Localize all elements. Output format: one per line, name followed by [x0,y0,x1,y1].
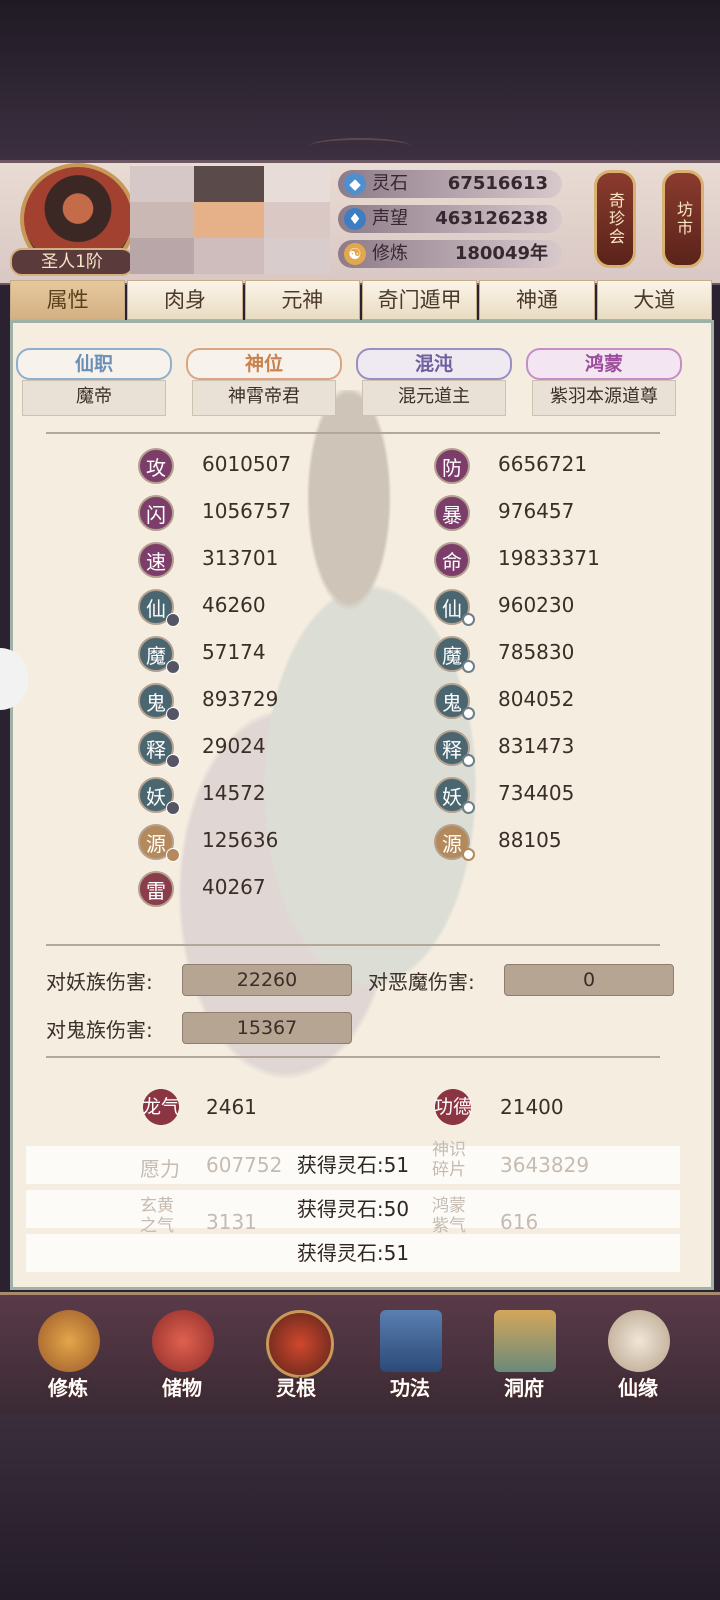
attack-marker-icon [166,613,180,627]
rank-immortal-post: 仙职 魔帝 [16,348,172,416]
resource-cultivation: ☯ 修炼 180049年 [338,240,562,268]
tab-abilities[interactable]: 神通 [479,280,595,320]
damage-demon-race-value: 22260 [182,964,352,996]
attack-marker-icon [166,707,180,721]
damage-demon-race-label: 对妖族伤害: [46,970,153,994]
player-rank-badge[interactable]: 圣人1阶 [10,248,134,276]
nav-storage[interactable]: 储物 [132,1300,232,1412]
spirit-shard-value: 3643829 [500,1153,590,1177]
damage-ghost-race-label: 对鬼族伤害: [46,1018,153,1042]
spirit-root-icon [266,1310,334,1378]
thunder-icon: 雷 [138,871,174,907]
reward-toast: 获得灵石:50 [26,1190,680,1228]
top-status-area [0,0,720,160]
wish-power-value: 607752 [206,1153,283,1177]
spirit-stone-icon: ◆ [344,173,366,195]
reward-toast: 获得灵石:51 [26,1234,680,1272]
damage-ghost-race-value: 15367 [182,1012,352,1044]
storage-bag-icon [152,1310,214,1372]
resource-spirit-stone: ◆ 灵石 67516613 [338,170,562,198]
attack-marker-icon [166,754,180,768]
attack-icon: 攻 [138,448,174,484]
defense-marker-icon [462,660,475,673]
divider [46,1056,660,1058]
rank-chaos: 混沌 混元道主 [356,348,512,416]
spirit-shard-icon: 神识碎片 [432,1140,466,1180]
xuanhuang-qi-icon: 玄黄之气 [140,1196,174,1236]
player-name-blurred [130,166,330,274]
treasure-auction-button[interactable]: 奇珍会 [594,170,636,268]
meditation-icon: ☯ [344,243,366,265]
attack-marker-icon [166,801,180,815]
defense-marker-icon [462,848,475,861]
nav-cultivate[interactable]: 修炼 [18,1300,118,1412]
nav-cave-mansion[interactable]: 洞府 [474,1300,574,1412]
hongmeng-qi-value: 616 [500,1210,539,1234]
critical-icon: 暴 [434,495,470,531]
wish-power-icon: 愿力 [140,1157,180,1181]
divider [46,944,660,946]
tab-spirit[interactable]: 元神 [244,280,360,320]
cave-mansion-icon [494,1310,556,1372]
dragon-qi-icon: 龙气 [140,1086,182,1128]
speed-icon: 速 [138,542,174,578]
attack-marker-icon [166,660,180,674]
tab-attributes[interactable]: 属性 [10,280,126,320]
bottom-background [0,1414,720,1600]
market-button[interactable]: 坊市 [662,170,704,268]
defense-marker-icon [462,801,475,814]
hongmeng-qi-icon: 鸿蒙紫气 [432,1196,466,1236]
attack-marker-icon [166,848,180,862]
rank-hongmeng: 鸿蒙 紫羽本源道尊 [526,348,682,416]
nav-spirit-root[interactable]: 灵根 [246,1300,346,1412]
merit-value: 21400 [500,1095,564,1119]
defense-marker-icon [462,613,475,626]
gourd-icon [608,1310,670,1372]
divider [46,432,660,434]
technique-book-icon [380,1310,442,1372]
nav-immortal-fate[interactable]: 仙缘 [588,1300,688,1412]
cultivate-icon [38,1310,100,1372]
tab-body[interactable]: 肉身 [127,280,243,320]
prestige-icon: ♦ [344,208,366,230]
dragon-qi-value: 2461 [206,1095,257,1119]
xuanhuang-qi-value: 3131 [206,1210,257,1234]
merit-icon: 功德 [432,1086,474,1128]
dodge-icon: 闪 [138,495,174,531]
defense-icon: 防 [434,448,470,484]
damage-evil-label: 对恶魔伤害: [368,970,475,994]
nav-techniques[interactable]: 功法 [360,1300,460,1412]
defense-marker-icon [462,754,475,767]
attribute-tabs: 属性 肉身 元神 奇门遁甲 神通 大道 [10,280,714,320]
tab-qimen[interactable]: 奇门遁甲 [361,280,478,320]
health-icon: 命 [434,542,470,578]
rank-divine-position: 神位 神霄帝君 [186,348,342,416]
damage-evil-value: 0 [504,964,674,996]
defense-marker-icon [462,707,475,720]
tab-dao[interactable]: 大道 [596,280,712,320]
header-ornament [310,138,410,154]
resource-prestige: ♦ 声望 463126238 [338,205,562,233]
